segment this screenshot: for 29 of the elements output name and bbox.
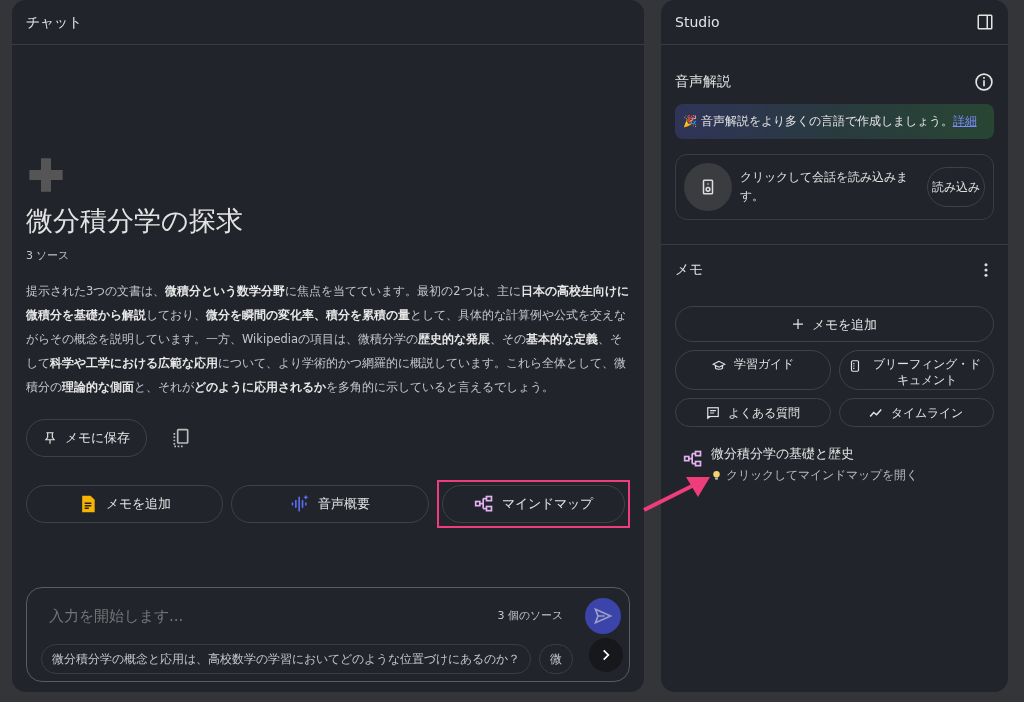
summary-text: 提示された3つの文書は、微積分という数学分野に焦点を当てています。最初の2つは、主に日本の高校生向けに微積分を基礎から解説しており、微分を瞬間の変化率、積分を累積の量として、具体的な計算例や公式を交えながらその概念を説明しています。一方、Wikipediaの項目は、微積分学の歴史的な発展、その基本的な定義、そして科学や工学における広範な応用について、より学術的かつ網羅的に概説しています。これら全体として、微積分の理論的な側面と、それがどのように応用されるかを多角的に示していると言えるでしょう。 bbox=[26, 282, 630, 396]
info-icon bbox=[974, 71, 994, 92]
chat-input-box[interactable]: 入力を開始します... 3 個のソース 微分積分学の概念と応用は、高校数学の学習においてどのような位置づけにあるのか？ 微 bbox=[26, 587, 630, 682]
section-title: 音声解説 bbox=[675, 72, 731, 91]
panel-title: Studio bbox=[675, 12, 720, 32]
source-count: 3 個のソース bbox=[497, 607, 563, 624]
chat-list-icon bbox=[705, 405, 720, 420]
plus-icon bbox=[792, 318, 804, 331]
source-count: 3 ソース bbox=[26, 248, 71, 265]
chat-input-field[interactable]: 入力を開始します... bbox=[41, 598, 498, 634]
banner-text: 🎉 音声解説をより多くの言語で作成しましょう。 bbox=[683, 114, 953, 128]
notebook-title: 微分積分学の探求 bbox=[26, 204, 244, 238]
pin-icon bbox=[43, 430, 57, 445]
waveform-icon bbox=[290, 493, 310, 514]
next-button[interactable] bbox=[589, 638, 623, 672]
send-icon bbox=[593, 606, 613, 626]
section-title: メモ bbox=[675, 260, 703, 280]
memo-title[interactable]: 微分積分学の基礎と歴史 bbox=[711, 445, 918, 464]
send-button[interactable] bbox=[585, 598, 621, 634]
details-link[interactable]: 詳細 bbox=[952, 114, 977, 128]
memo-hint: クリックしてマインドマップを開く bbox=[726, 467, 918, 484]
side-panel-icon bbox=[976, 13, 994, 31]
load-description: クリックして会話を読み込みます。 bbox=[740, 169, 909, 206]
panel-title: チャット bbox=[26, 12, 82, 32]
mind-map-icon bbox=[473, 493, 494, 514]
plus-icon bbox=[26, 155, 66, 195]
light-bulb-icon bbox=[711, 469, 722, 481]
mind-map-icon bbox=[683, 449, 703, 470]
copy-icon bbox=[171, 427, 191, 448]
